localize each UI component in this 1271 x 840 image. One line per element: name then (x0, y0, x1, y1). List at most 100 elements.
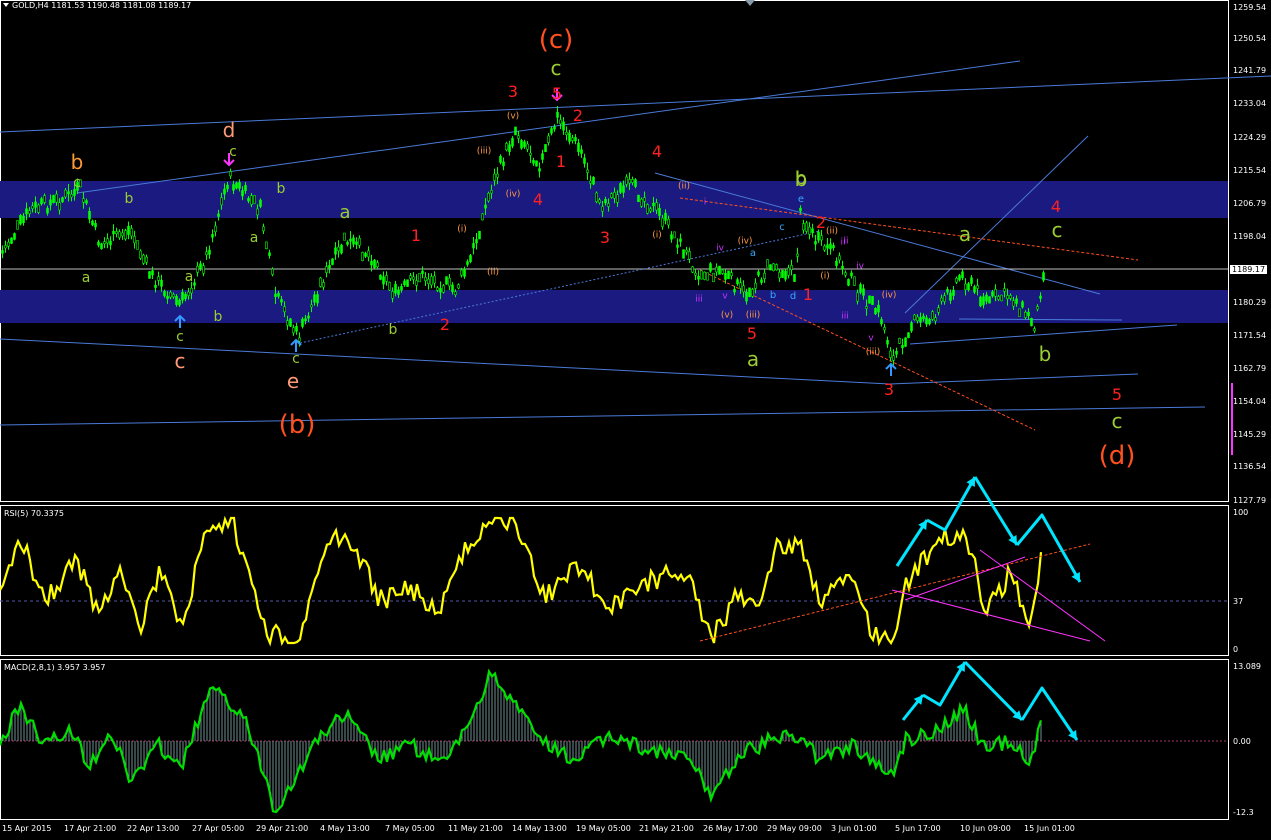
candle-body (259, 199, 262, 207)
wave-label: v (722, 291, 728, 302)
price-scale-label: 1171.54 (1233, 331, 1267, 340)
candle-body (406, 279, 409, 287)
wave-label: 5 (746, 324, 758, 343)
trend-line[interactable] (0, 406, 1206, 426)
candle-body (202, 265, 205, 274)
candle-body (910, 322, 913, 332)
candle-body (532, 160, 535, 164)
time-axis-label: 22 Apr 13:00 (127, 824, 180, 833)
time-axis-label: 29 Apr 21:00 (256, 824, 309, 833)
candle-body (316, 294, 319, 304)
candle-body (811, 228, 814, 233)
wave-label: a (749, 248, 757, 259)
candle-body (40, 198, 43, 205)
rsi-arrow-up-2[interactable] (926, 476, 977, 532)
candle-body (349, 238, 352, 242)
candle-body (256, 208, 259, 216)
candle-body (430, 276, 433, 286)
candle-body (280, 299, 283, 303)
candle-body (775, 264, 778, 271)
macd-pane-frame (0, 659, 1229, 820)
wave-label: 3 (883, 380, 895, 399)
rsi-arrow-down-1[interactable] (973, 476, 1019, 546)
gold-h4-chart[interactable]: GOLD,H4 1181.53 1190.48 1181.08 1189.17 … (0, 0, 1271, 836)
candle-body (1012, 300, 1015, 307)
candle-body (814, 241, 817, 245)
candle-body (241, 190, 244, 197)
candle-body (25, 208, 28, 215)
macd-arrow-down-2[interactable] (1020, 686, 1079, 741)
wave-label: 5 (551, 84, 563, 103)
candle-body (916, 316, 919, 322)
candle-body (190, 287, 193, 294)
candle-body (751, 289, 754, 297)
candle-body (577, 142, 580, 153)
trend-line[interactable] (0, 75, 1271, 133)
candle-body (715, 267, 718, 273)
trend-line[interactable] (76, 60, 1021, 194)
candle-body (655, 202, 658, 211)
candle-body (382, 276, 385, 285)
price-scale-label: 1154.04 (1233, 397, 1267, 406)
price-scale-label: 1250.54 (1233, 34, 1267, 43)
candle-body (793, 274, 796, 282)
candle-body (610, 193, 613, 198)
trend-line[interactable] (299, 230, 821, 344)
rsi-trend-line[interactable] (699, 543, 1091, 642)
candle-body (454, 291, 457, 296)
chart-canvas[interactable] (0, 0, 1271, 836)
candle-body (958, 275, 961, 281)
candle-body (835, 260, 838, 266)
wave-label: c (779, 222, 785, 233)
candle-body (1039, 295, 1042, 299)
candle-body (412, 276, 415, 280)
candle-body (739, 282, 742, 289)
candle-body (1033, 328, 1036, 332)
candle-body (778, 272, 781, 279)
candle-body (373, 259, 376, 268)
price-scale-label: 1198.04 (1233, 232, 1267, 241)
candle-body (235, 182, 238, 189)
wave-label: 2 (815, 213, 827, 232)
price-scale-label: 1127.79 (1233, 496, 1267, 505)
candle-body (829, 243, 832, 250)
candle-body (436, 287, 439, 291)
candle-body (622, 185, 625, 193)
candle-body (448, 277, 451, 287)
candle-body (604, 199, 607, 204)
candle-body (151, 270, 154, 276)
candle-body (295, 325, 298, 332)
candle-body (247, 198, 250, 202)
rsi-trend-line[interactable] (979, 549, 1106, 642)
wave-label: b (70, 150, 84, 174)
rsi-pane-frame (0, 505, 1229, 656)
wave-label: (d) (1098, 441, 1136, 471)
candle-body (925, 317, 928, 325)
candle-body (703, 271, 706, 280)
candle-body (790, 265, 793, 271)
price-scale-label: 1241.79 (1233, 66, 1267, 75)
candle-body (109, 240, 112, 246)
candle-body (820, 235, 823, 241)
wave-label: 2 (572, 106, 584, 125)
candle-body (496, 173, 499, 178)
candle-body (52, 195, 55, 203)
candle-body (598, 199, 601, 203)
candle-body (661, 217, 664, 227)
candle-body (637, 194, 640, 203)
top-marker-icon[interactable] (745, 0, 755, 6)
candle-body (658, 207, 661, 216)
candle-body (481, 213, 484, 221)
candle-body (538, 168, 541, 172)
candle-body (679, 238, 682, 242)
candle-body (265, 241, 268, 250)
support-zone[interactable] (0, 290, 1228, 323)
header-dropdown-icon[interactable] (3, 3, 9, 7)
macd-arrow-down-1[interactable] (963, 660, 1024, 722)
candle-body (754, 282, 757, 289)
candle-body (976, 285, 979, 289)
wave-label: b (276, 181, 286, 197)
candle-body (763, 272, 766, 279)
candle-body (139, 250, 142, 259)
candle-body (1000, 294, 1003, 302)
